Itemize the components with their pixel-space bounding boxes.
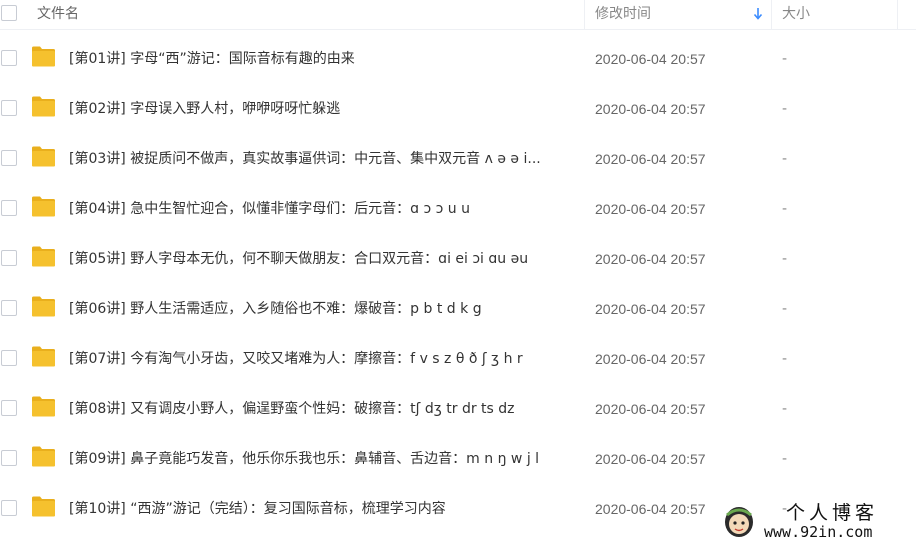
watermark: 个人博客 www.92in.com (722, 502, 916, 544)
watermark-url: www.92in.com (764, 523, 873, 541)
folder-icon[interactable] (31, 246, 56, 267)
column-divider (897, 0, 898, 30)
folder-icon[interactable] (31, 446, 56, 467)
file-name[interactable]: [第01讲] 字母“西”游记：国际音标有趣的由来 (69, 49, 579, 69)
row-checkbox[interactable] (1, 150, 17, 166)
row-checkbox[interactable] (1, 500, 17, 516)
select-all-checkbox[interactable] (1, 5, 17, 21)
folder-icon[interactable] (31, 196, 56, 217)
row-checkbox[interactable] (1, 100, 17, 116)
modified-time: 2020-06-04 20:57 (595, 501, 706, 517)
folder-icon[interactable] (31, 146, 56, 167)
file-list-header: 文件名 修改时间 大小 (0, 0, 916, 30)
row-checkbox[interactable] (1, 200, 17, 216)
file-row[interactable]: [第08讲] 又有调皮小野人，偏逞野蛮个性妈：破擦音：tʃ dʒ tr dr t… (0, 383, 916, 433)
file-name[interactable]: [第04讲] 急中生智忙迎合，似懂非懂字母们：后元音：ɑ ɔ ɔ u u (69, 199, 579, 219)
file-name[interactable]: [第09讲] 鼻子竟能巧发音，他乐你乐我也乐：鼻辅音、舌边音：m n ŋ w j… (69, 449, 579, 469)
row-checkbox[interactable] (1, 300, 17, 316)
modified-time: 2020-06-04 20:57 (595, 401, 706, 417)
folder-icon[interactable] (31, 396, 56, 417)
file-row[interactable]: [第03讲] 被捉质问不做声，真实故事逼供词：中元音、集中双元音 ʌ ə ə i… (0, 133, 916, 183)
file-row[interactable]: [第01讲] 字母“西”游记：国际音标有趣的由来 2020-06-04 20:57… (0, 33, 916, 83)
modified-time: 2020-06-04 20:57 (595, 101, 706, 117)
file-name[interactable]: [第06讲] 野人生活需适应，入乡随俗也不难：爆破音：p b t d k g (69, 299, 579, 319)
file-row[interactable]: [第09讲] 鼻子竟能巧发音，他乐你乐我也乐：鼻辅音、舌边音：m n ŋ w j… (0, 433, 916, 483)
row-checkbox[interactable] (1, 400, 17, 416)
file-name[interactable]: [第08讲] 又有调皮小野人，偏逞野蛮个性妈：破擦音：tʃ dʒ tr dr t… (69, 399, 579, 419)
file-size: - (782, 301, 788, 317)
file-name[interactable]: [第05讲] 野人字母本无仇，何不聊天做朋友：合口双元音：ɑi ei ɔi ɑu… (69, 249, 579, 269)
file-row[interactable]: [第07讲] 今有淘气小牙齿，又咬又堵难为人：摩擦音：f v s z θ ð ʃ… (0, 333, 916, 383)
file-name[interactable]: [第02讲] 字母误入野人村，咿咿呀呀忙躲逃 (69, 99, 579, 119)
column-divider (584, 0, 585, 30)
file-size: - (782, 101, 788, 117)
watermark-title: 个人博客 (786, 502, 879, 524)
row-checkbox[interactable] (1, 450, 17, 466)
file-name[interactable]: [第10讲] “西游”游记（完结）：复习国际音标，梳理学习内容 (69, 499, 579, 519)
column-divider (771, 0, 772, 30)
folder-icon[interactable] (31, 296, 56, 317)
modified-time: 2020-06-04 20:57 (595, 201, 706, 217)
file-name[interactable]: [第03讲] 被捉质问不做声，真实故事逼供词：中元音、集中双元音 ʌ ə ə i… (69, 149, 579, 169)
column-header-modified-time[interactable]: 修改时间 (595, 5, 651, 23)
modified-time: 2020-06-04 20:57 (595, 251, 706, 267)
file-size: - (782, 251, 788, 267)
folder-icon[interactable] (31, 96, 56, 117)
modified-time: 2020-06-04 20:57 (595, 51, 706, 67)
file-row[interactable]: [第05讲] 野人字母本无仇，何不聊天做朋友：合口双元音：ɑi ei ɔi ɑu… (0, 233, 916, 283)
modified-time: 2020-06-04 20:57 (595, 351, 706, 367)
column-header-size[interactable]: 大小 (782, 5, 810, 23)
modified-time: 2020-06-04 20:57 (595, 451, 706, 467)
file-size: - (782, 151, 788, 167)
file-size: - (782, 351, 788, 367)
column-header-name[interactable]: 文件名 (37, 5, 79, 23)
row-checkbox[interactable] (1, 350, 17, 366)
file-name[interactable]: [第07讲] 今有淘气小牙齿，又咬又堵难为人：摩擦音：f v s z θ ð ʃ… (69, 349, 579, 369)
row-checkbox[interactable] (1, 250, 17, 266)
file-row[interactable]: [第04讲] 急中生智忙迎合，似懂非懂字母们：后元音：ɑ ɔ ɔ u u 2020… (0, 183, 916, 233)
folder-icon[interactable] (31, 46, 56, 67)
avatar-icon (725, 507, 753, 537)
file-size: - (782, 451, 788, 467)
modified-time: 2020-06-04 20:57 (595, 301, 706, 317)
file-size: - (782, 401, 788, 417)
arrow-down-icon[interactable] (752, 6, 764, 22)
row-checkbox[interactable] (1, 50, 17, 66)
file-row[interactable]: [第02讲] 字母误入野人村，咿咿呀呀忙躲逃 2020-06-04 20:57 - (0, 83, 916, 133)
folder-icon[interactable] (31, 496, 56, 517)
file-size: - (782, 201, 788, 217)
file-size: - (782, 51, 788, 67)
folder-icon[interactable] (31, 346, 56, 367)
file-row[interactable]: [第06讲] 野人生活需适应，入乡随俗也不难：爆破音：p b t d k g 20… (0, 283, 916, 333)
modified-time: 2020-06-04 20:57 (595, 151, 706, 167)
